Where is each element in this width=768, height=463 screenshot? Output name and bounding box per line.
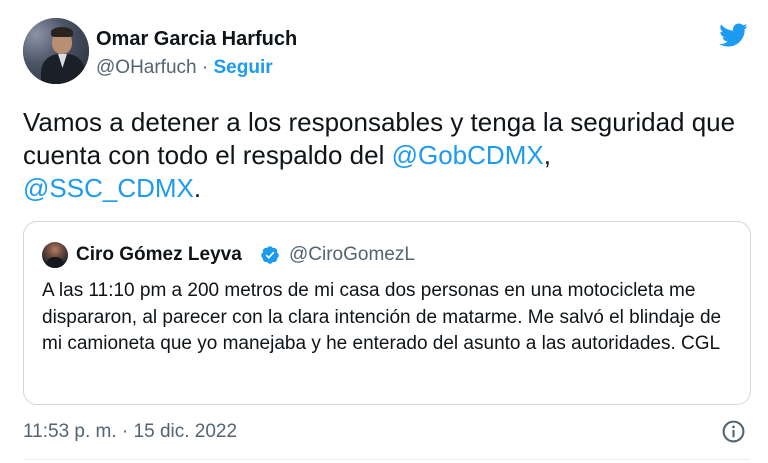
tweet-comma: , — [543, 140, 551, 170]
quoted-tweet-text: A las 11:10 pm a 200 metros de mi casa d… — [42, 280, 722, 354]
info-icon[interactable] — [721, 419, 746, 444]
author-name[interactable]: Omar Garcia Harfuch — [96, 28, 297, 51]
author-handle[interactable]: @OHarfuch — [96, 57, 197, 78]
tweet-card: Omar Garcia Harfuch @OHarfuch · Seguir V… — [0, 0, 768, 463]
twitter-bird-icon[interactable] — [716, 20, 750, 50]
quoted-tweet[interactable]: Ciro Gómez Leyva @CiroGomezL A las 11:10… — [23, 221, 751, 405]
mention-ssc-cdmx[interactable]: @SSC_CDMX — [23, 173, 194, 203]
tweet-period: . — [193, 173, 202, 203]
quoted-avatar-figure — [46, 257, 64, 268]
tweet-body: Vamos a detener a los responsables y ten… — [23, 106, 748, 205]
verified-badge-icon — [261, 246, 279, 264]
quoted-author-avatar — [42, 242, 68, 268]
tweet-timestamp[interactable]: 11:53 p. m. · 15 dic. 2022 — [23, 421, 237, 443]
mention-gobcdmx[interactable]: @GobCDMX — [392, 140, 544, 170]
quoted-author-handle: @CiroGomezL — [289, 244, 415, 265]
handle-separator: · — [201, 57, 209, 78]
follow-button[interactable]: Seguir — [214, 57, 273, 78]
tweet-text: Vamos a detener a los responsables y ten… — [23, 107, 736, 170]
quoted-author-name: Ciro Gómez Leyva — [76, 244, 242, 265]
avatar-figure-hair — [51, 27, 73, 37]
bottom-divider — [23, 459, 750, 460]
author-handle-line: @OHarfuch · Seguir — [96, 57, 273, 79]
author-avatar[interactable] — [23, 18, 89, 84]
